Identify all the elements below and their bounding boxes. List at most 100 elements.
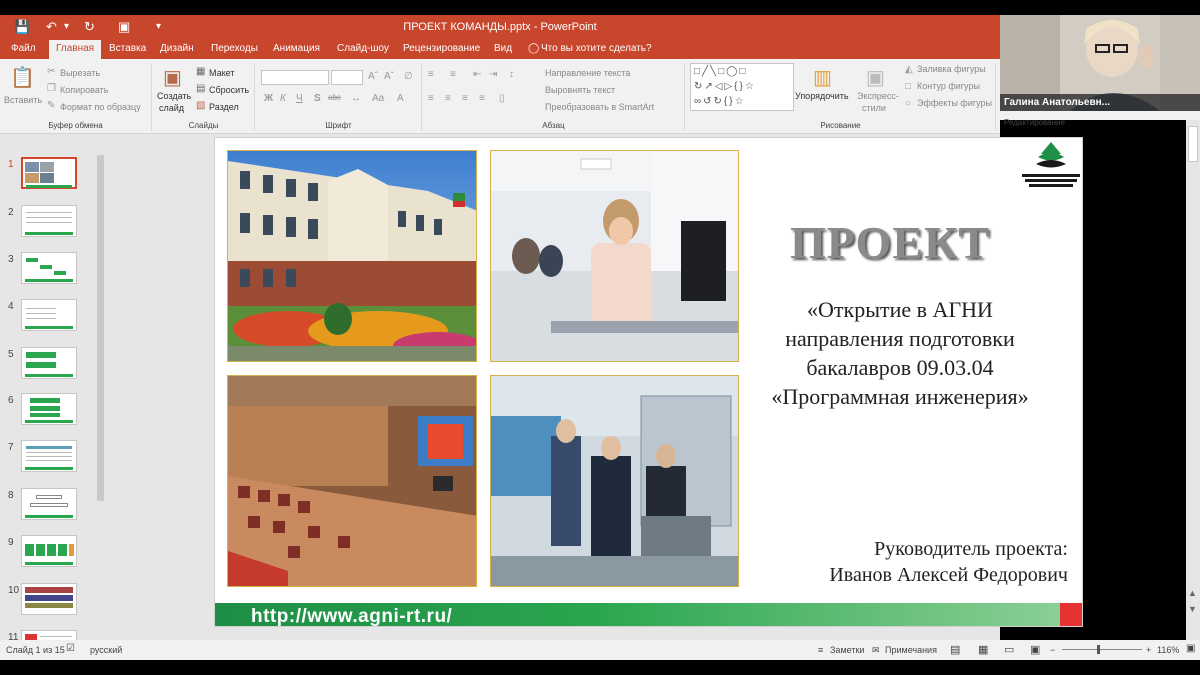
spellcheck-icon[interactable]: ☑: [66, 643, 75, 654]
new-slide-icon[interactable]: ▣: [163, 65, 182, 90]
description-line-4: «Программная инженерия»: [771, 384, 1029, 409]
slide-thumbnail-2[interactable]: [21, 205, 77, 237]
align-text-button[interactable]: Выровнять текст: [545, 85, 615, 95]
prev-slide-icon[interactable]: ▲: [1188, 588, 1197, 598]
slideshow-view-icon[interactable]: ▣: [1030, 643, 1040, 656]
paste-icon[interactable]: 📋: [10, 65, 35, 90]
arrange-icon[interactable]: ▥: [813, 65, 832, 90]
slide-thumbnail-4[interactable]: [21, 299, 77, 331]
clear-formatting-icon[interactable]: ∅: [404, 71, 413, 82]
thumb-number-6: 6: [8, 395, 14, 406]
justify-icon[interactable]: ≡: [479, 93, 485, 104]
reset-icon: ▤: [196, 83, 206, 94]
tell-me-search[interactable]: Что вы хотите сделать?: [541, 43, 652, 54]
next-slide-icon[interactable]: ▼: [1188, 604, 1197, 614]
slide-thumbnail-9[interactable]: [21, 535, 77, 567]
tab-insert[interactable]: Вставка: [109, 43, 146, 54]
convert-smartart-button[interactable]: Преобразовать в SmartArt: [545, 102, 654, 112]
increase-font-icon[interactable]: Aˆ: [368, 71, 378, 82]
ribbon: 📋 Вставить ✂ Вырезать ❐ Копировать ✎ Фор…: [0, 59, 1000, 134]
thumbnail-scroll-thumb[interactable]: [97, 155, 104, 501]
tab-home[interactable]: Главная: [49, 40, 102, 59]
slide-canvas[interactable]: ПРОЕКТ «Открытие в АГНИ направления подг…: [214, 137, 1083, 627]
comments-button[interactable]: Примечания: [885, 645, 937, 655]
zoom-out-icon[interactable]: −: [1050, 645, 1055, 655]
normal-view-icon[interactable]: ▤: [950, 643, 960, 656]
font-group-label: Шрифт: [325, 121, 352, 130]
underline-button[interactable]: Ч: [296, 93, 303, 104]
char-spacing-icon[interactable]: ↔: [351, 93, 361, 104]
zoom-level[interactable]: 116%: [1157, 645, 1179, 655]
thumb-number-9: 9: [8, 537, 14, 548]
copy-button[interactable]: Копировать: [60, 85, 108, 95]
slide-thumbnail-10[interactable]: [21, 583, 77, 615]
photo-university-building[interactable]: [227, 150, 477, 362]
slide-thumbnail-8[interactable]: [21, 488, 77, 520]
columns-icon[interactable]: ▯: [499, 93, 505, 104]
language-indicator[interactable]: русский: [90, 645, 122, 655]
fit-to-window-icon[interactable]: ▣: [1186, 643, 1195, 654]
tab-review[interactable]: Рецензирование: [403, 43, 480, 54]
arrange-button[interactable]: Упорядочить: [795, 91, 849, 101]
new-slide-button-line1[interactable]: Создать: [157, 91, 191, 101]
slide-vertical-scrollbar[interactable]: ▲ ▼: [1186, 120, 1200, 640]
align-left-icon[interactable]: ≡: [428, 93, 434, 104]
quick-styles-icon[interactable]: ▣: [866, 65, 885, 90]
italic-button[interactable]: К: [280, 93, 286, 104]
slide-thumbnail-6[interactable]: [21, 393, 77, 425]
zoom-slider-thumb[interactable]: [1097, 645, 1100, 654]
tab-design[interactable]: Дизайн: [160, 43, 194, 54]
photo-engineering-lab[interactable]: [490, 375, 739, 587]
bullets-icon[interactable]: ≡: [428, 69, 434, 80]
quick-styles-button-line1[interactable]: Экспресс-: [857, 91, 899, 101]
bold-button[interactable]: Ж: [264, 93, 273, 104]
photo-computer-lab[interactable]: [490, 150, 739, 362]
slide-thumbnail-3[interactable]: [21, 252, 77, 284]
line-spacing-icon[interactable]: ↕: [509, 69, 514, 80]
tab-animations[interactable]: Анимация: [273, 43, 320, 54]
font-size-combobox[interactable]: [331, 70, 363, 85]
format-painter-button[interactable]: Формат по образцу: [60, 102, 141, 112]
paste-button[interactable]: Вставить: [4, 95, 42, 105]
section-button[interactable]: Раздел: [209, 102, 239, 112]
reset-button[interactable]: Сбросить: [209, 85, 249, 95]
font-name-combobox[interactable]: [261, 70, 329, 85]
quick-styles-button-line2[interactable]: стили: [862, 103, 886, 113]
shapes-gallery[interactable]: □╱╲□◯□ ↻↗◁▷{}☆ ∞↺↻{}☆: [690, 63, 794, 111]
reading-view-icon[interactable]: ▭: [1004, 643, 1014, 656]
shape-effects-button[interactable]: Эффекты фигуры: [917, 98, 992, 108]
layout-icon: ▦: [196, 66, 206, 77]
new-slide-button-line2[interactable]: слайд: [159, 103, 184, 113]
slide-scroll-thumb[interactable]: [1188, 126, 1198, 162]
tab-file[interactable]: Файл: [11, 43, 36, 54]
decrease-indent-icon[interactable]: ⇤: [473, 69, 481, 80]
slide-thumbnail-7[interactable]: [21, 440, 77, 472]
slide-thumbnail-5[interactable]: [21, 347, 77, 379]
change-case-icon[interactable]: Aa: [372, 93, 384, 104]
thumb-number-3: 3: [8, 254, 14, 265]
align-center-icon[interactable]: ≡: [445, 93, 451, 104]
thumb-number-2: 2: [8, 207, 14, 218]
align-right-icon[interactable]: ≡: [462, 93, 468, 104]
text-direction-button[interactable]: Направление текста: [545, 68, 630, 78]
tab-view[interactable]: Вид: [494, 43, 512, 54]
zoom-in-icon[interactable]: +: [1146, 645, 1151, 655]
photo-lecture-hall[interactable]: [227, 375, 477, 587]
font-color-icon[interactable]: A: [397, 93, 404, 104]
cut-button[interactable]: Вырезать: [60, 68, 100, 78]
decrease-font-icon[interactable]: Aˇ: [384, 71, 394, 82]
shape-outline-button[interactable]: Контур фигуры: [917, 81, 980, 91]
strikethrough-button[interactable]: abc: [328, 93, 341, 102]
tab-transitions[interactable]: Переходы: [211, 43, 258, 54]
numbering-icon[interactable]: ≡: [450, 69, 456, 80]
tab-slideshow[interactable]: Слайд-шоу: [337, 43, 389, 54]
increase-indent-icon[interactable]: ⇥: [489, 69, 497, 80]
shape-fill-button[interactable]: Заливка фигуры: [917, 64, 986, 74]
layout-button[interactable]: Макет: [209, 68, 234, 78]
zoom-slider[interactable]: [1062, 649, 1142, 650]
notes-button[interactable]: Заметки: [830, 645, 864, 655]
shadow-button[interactable]: S: [314, 93, 321, 104]
slide-sorter-icon[interactable]: ▦: [978, 643, 988, 656]
slide-thumbnail-1[interactable]: [21, 157, 77, 189]
leader-label: Руководитель проекта:: [874, 538, 1068, 560]
